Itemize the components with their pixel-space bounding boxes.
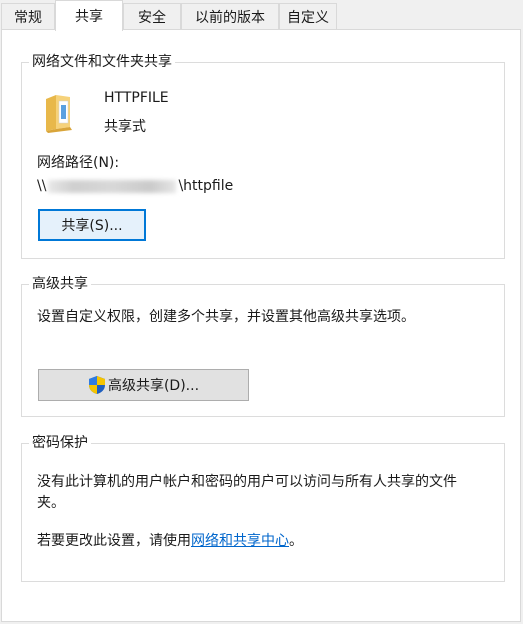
network-path-label: 网络路径(N): — [37, 155, 120, 171]
tab-sharing[interactable]: 共享 — [55, 0, 123, 31]
password-protection-group: 密码保护 没有此计算机的用户帐户和密码的用户可以访问与所有人共享的文件 夹。 若… — [21, 434, 505, 582]
folder-icon — [46, 95, 72, 133]
share-button[interactable]: 共享(S)... — [38, 209, 146, 241]
advanced-sharing-group: 高级共享 设置自定义权限，创建多个共享，并设置其他高级共享选项。 高级共享(D)… — [21, 275, 505, 417]
redacted-hostname — [48, 179, 177, 193]
advanced-sharing-description: 设置自定义权限，创建多个共享，并设置其他高级共享选项。 — [37, 309, 415, 325]
password-description-line1: 没有此计算机的用户帐户和密码的用户可以访问与所有人共享的文件 — [37, 474, 457, 490]
advanced-sharing-button[interactable]: 高级共享(D)... — [38, 369, 249, 401]
password-description-line2: 夹。 — [37, 495, 65, 511]
advanced-sharing-title: 高级共享 — [29, 275, 91, 293]
advanced-sharing-button-label: 高级共享(D)... — [107, 378, 200, 394]
password-protection-title: 密码保护 — [29, 434, 91, 452]
tab-general[interactable]: 常规 — [1, 3, 55, 29]
network-sharing-title: 网络文件和文件夹共享 — [29, 53, 175, 71]
network-sharing-group: 网络文件和文件夹共享 HTTPFILE 共享式 网络路径(N): \\ \http… — [21, 53, 505, 259]
tab-previous-versions[interactable]: 以前的版本 — [181, 3, 279, 29]
tab-security[interactable]: 安全 — [123, 3, 181, 29]
folder-name: HTTPFILE — [104, 90, 169, 106]
share-status: 共享式 — [104, 119, 146, 135]
sharing-panel: 网络文件和文件夹共享 HTTPFILE 共享式 网络路径(N): \\ \http… — [1, 29, 521, 622]
change-setting-prefix: 若要更改此设置，请使用 — [37, 533, 191, 549]
uac-shield-icon — [88, 376, 105, 394]
change-setting-suffix: 。 — [289, 533, 303, 549]
network-sharing-center-link[interactable]: 网络和共享中心 — [191, 533, 289, 549]
tab-customize[interactable]: 自定义 — [279, 3, 337, 29]
network-path-prefix: \\ — [37, 178, 47, 194]
network-path-suffix: \httpfile — [178, 178, 234, 194]
change-setting-text: 若要更改此设置，请使用网络和共享中心。 — [37, 530, 303, 550]
tab-strip: 常规 共享 安全 以前的版本 自定义 — [0, 0, 523, 31]
network-path-value: \\ \httpfile — [37, 178, 233, 194]
